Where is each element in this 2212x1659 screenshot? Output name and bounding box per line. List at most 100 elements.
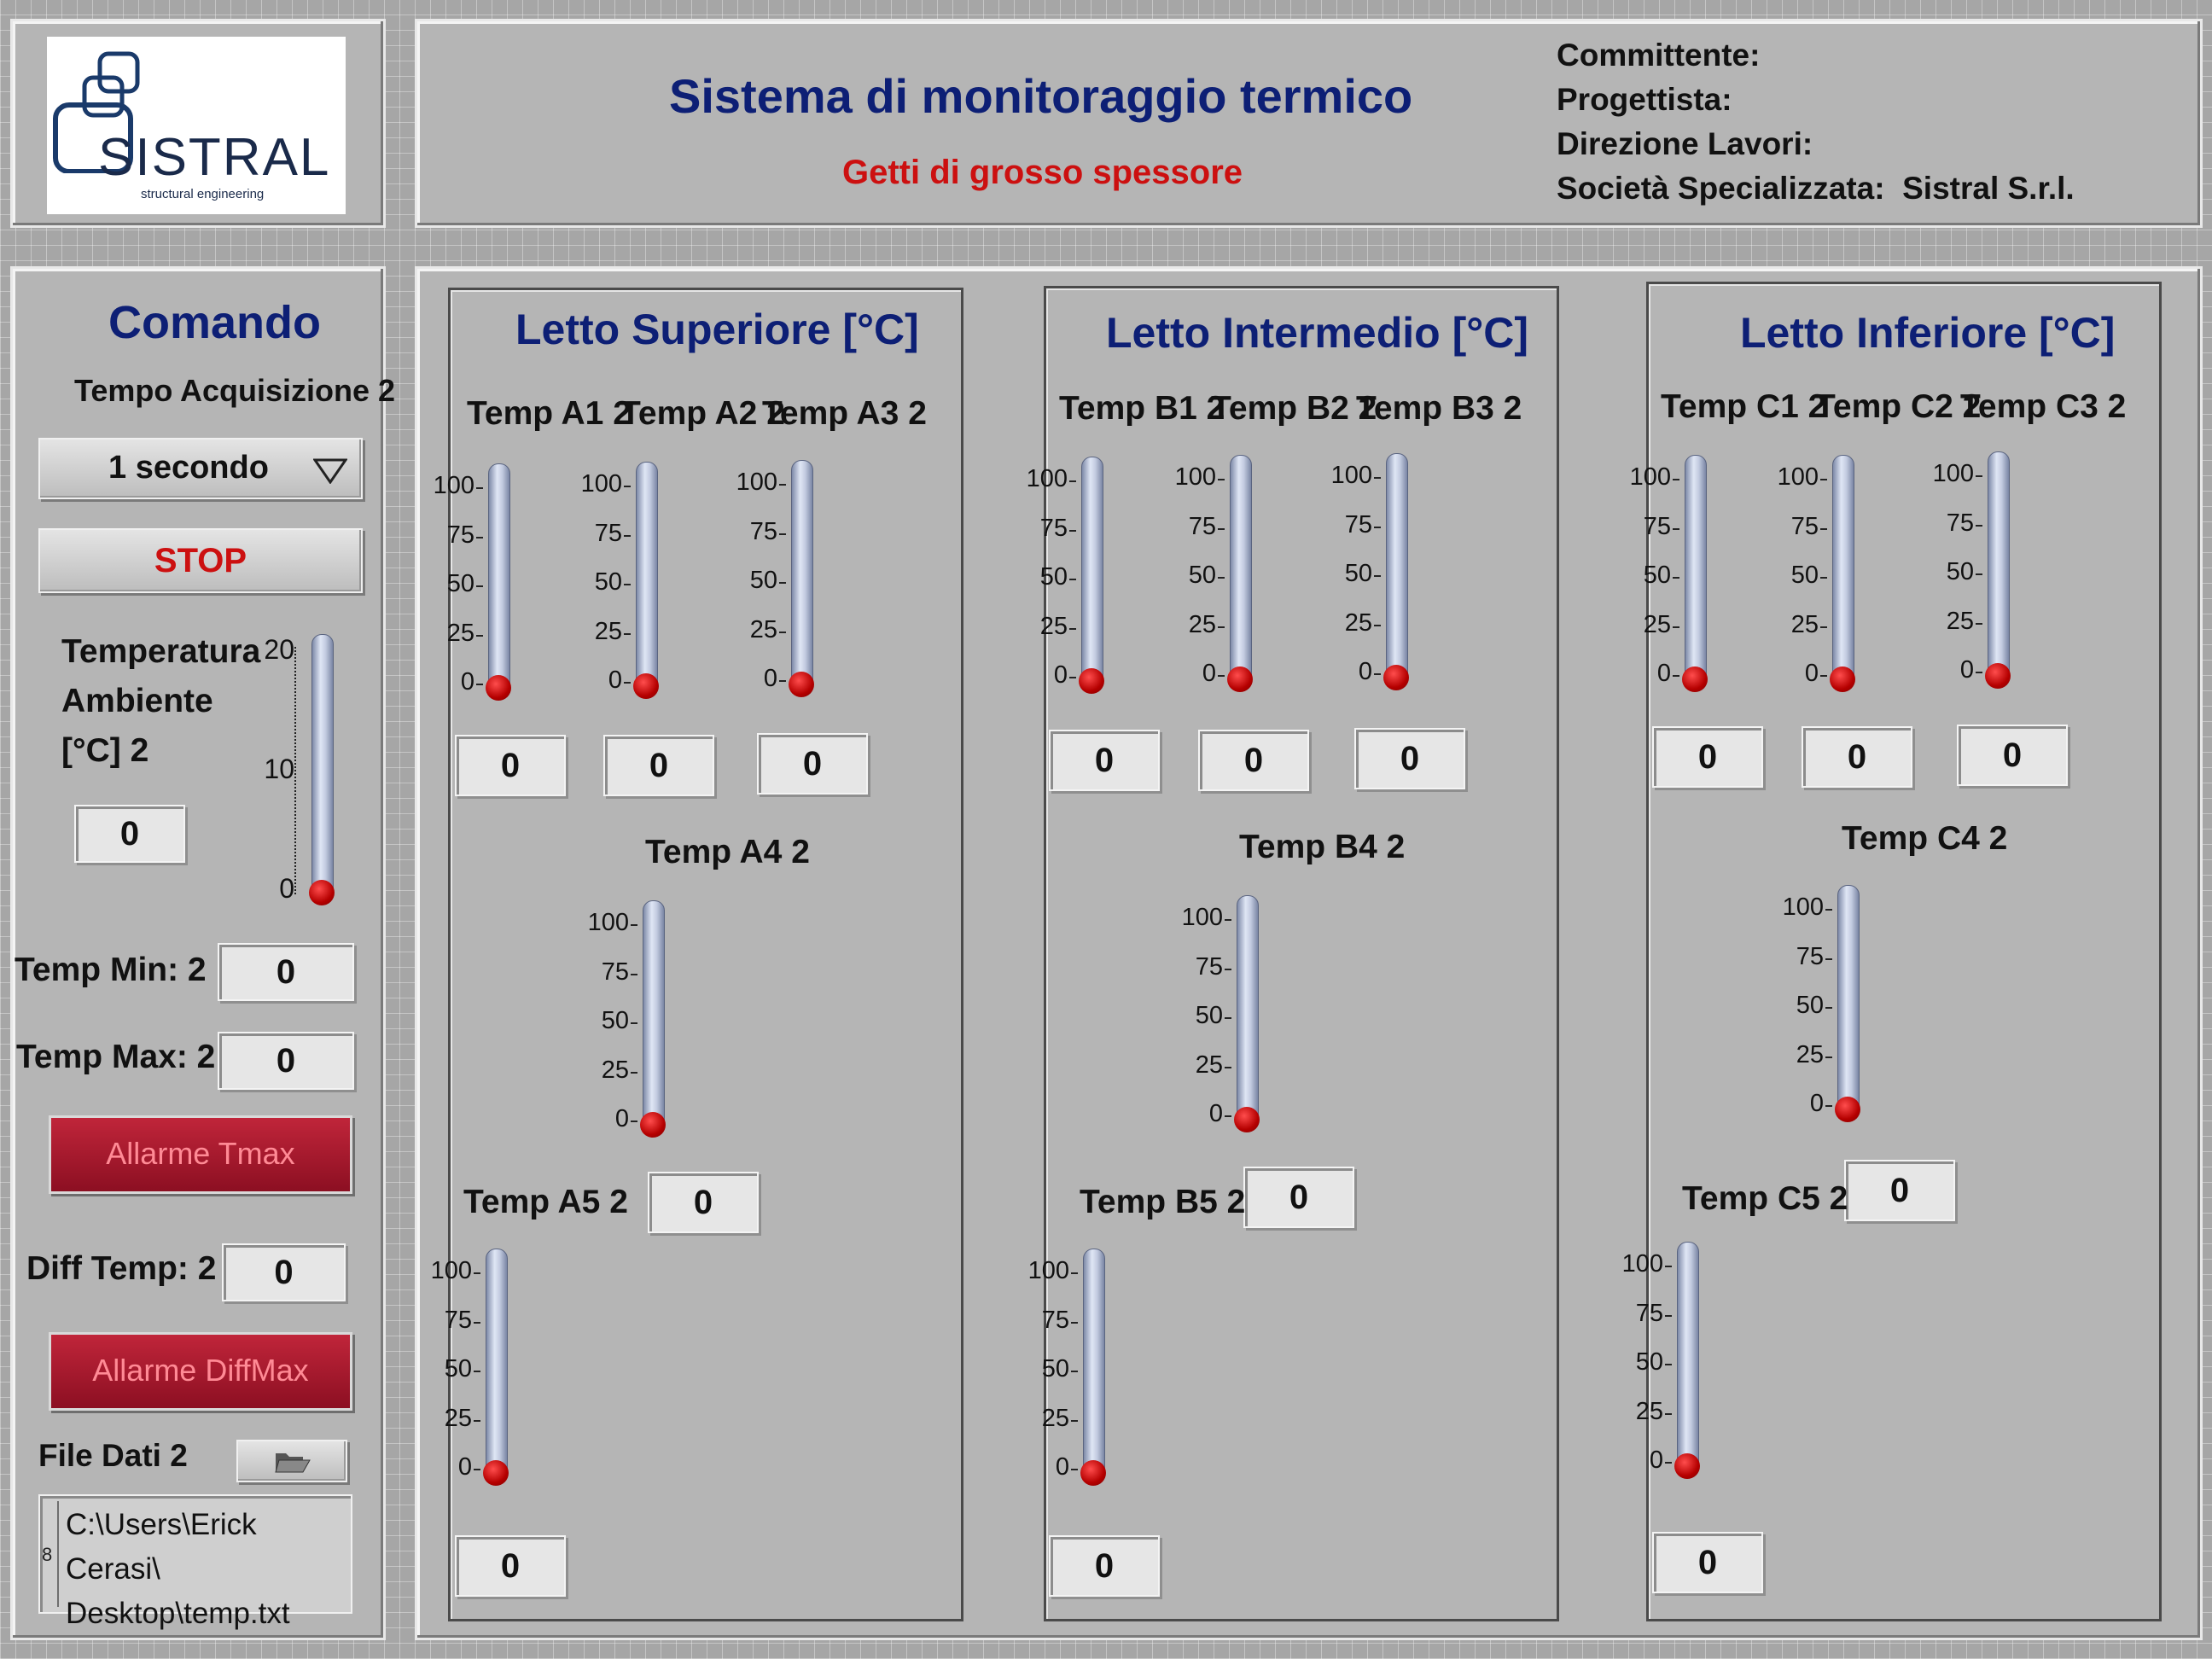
scale-tick: 25	[446, 619, 474, 647]
info-direzione-lavori: Direzione Lavori:	[1557, 126, 1813, 161]
file-path-field[interactable]: 8 C:\Users\Erick Cerasi\ Desktop\temp.tx…	[38, 1494, 352, 1630]
scale-tick: 0	[1053, 661, 1068, 689]
scale-tick: 75	[594, 519, 622, 547]
temp-max-label: Temp Max: 2	[16, 1039, 216, 1075]
scale-tick: 50	[1041, 1355, 1069, 1382]
scale-tick: 0	[1208, 1100, 1223, 1127]
diff-temp-label: Diff Temp: 2	[26, 1250, 217, 1287]
acq-time-dropdown[interactable]: 1 secondo	[38, 438, 363, 499]
sensor-value-b5: 0	[1049, 1535, 1160, 1597]
command-title: Comando	[108, 297, 321, 348]
scale-tick: 25	[1796, 1040, 1824, 1068]
scale-tick: 100	[430, 1257, 472, 1284]
scale-tick: 100	[1026, 465, 1068, 492]
scale-tick: 25	[1635, 1397, 1663, 1425]
scale-tick: 25	[1195, 1051, 1223, 1079]
alarm-tmax-indicator: Allarme Tmax	[49, 1115, 352, 1194]
scale-tick: 50	[601, 1007, 629, 1034]
sensor-label-a2: Temp A2 2	[620, 395, 785, 432]
folder-open-icon	[275, 1453, 311, 1473]
thermometer-bulb	[1080, 1460, 1106, 1486]
file-data-label: File Dati 2	[38, 1438, 188, 1473]
thermometer-tube	[791, 460, 813, 684]
thermometer-tube	[1081, 457, 1103, 680]
sensor-value-a5: 0	[455, 1535, 566, 1597]
sensor-value-c4: 0	[1844, 1160, 1955, 1221]
main-panel: Letto Superiore [°C] Temp A1 2 100 75 50 25 0 0…	[415, 266, 2203, 1640]
browse-folder-button[interactable]	[236, 1440, 347, 1482]
thermometer-c3: 100 75 50 25 0	[1921, 451, 2032, 707]
scale-tick: 50	[1344, 560, 1372, 587]
amb-temp-value: 0	[74, 805, 185, 863]
thermometer-tube	[1677, 1242, 1699, 1465]
sensor-label-c5: Temp C5 2	[1682, 1180, 1848, 1217]
thermometer-a1: 100 75 50 25 0	[422, 463, 533, 719]
command-panel: Comando Tempo Acquisizione 2 1 secondo S…	[10, 266, 395, 1640]
scale-tick: 75	[1041, 1306, 1069, 1334]
project-info: Committente: Progettista: Direzione Lavo…	[1557, 33, 2075, 211]
scale-tick: 50	[749, 567, 777, 594]
thermometer-bulb	[1383, 665, 1409, 690]
temp-min-label: Temp Min: 2	[15, 952, 207, 988]
sensor-value-c3: 0	[1957, 725, 2068, 786]
thermometer-tube	[1988, 451, 2010, 675]
sensor-value-c1: 0	[1652, 726, 1763, 788]
thermometer-a4: 100 75 50 25 0	[576, 900, 687, 1156]
thermometer-b2: 100 75 50 25 0	[1163, 455, 1274, 711]
thermometer-bulb	[486, 675, 511, 701]
page-title: Sistema di monitoraggio termico	[669, 69, 1413, 123]
stop-button[interactable]: STOP	[38, 528, 363, 593]
scale-tick: 50	[1790, 562, 1819, 589]
thermometer-bulb	[1674, 1453, 1700, 1479]
scale-tick: 100	[1027, 1257, 1069, 1284]
sensor-label-c1: Temp C1 2	[1661, 388, 1827, 425]
scale-tick: 50	[1946, 558, 1974, 585]
scale-tick: 25	[749, 615, 777, 643]
scale-tick: 0	[614, 1105, 629, 1132]
diff-temp-value: 0	[222, 1243, 346, 1301]
scale-tick: 100	[736, 469, 777, 496]
sensor-label-c3: Temp C3 2	[1960, 388, 2127, 425]
sensor-label-a4: Temp A4 2	[645, 834, 810, 870]
scale-tick: 50	[1643, 562, 1671, 589]
thermometer-tube	[486, 1249, 508, 1472]
scale-tick: 75	[1796, 942, 1824, 970]
scale-tick: 25	[1790, 610, 1819, 638]
scale-tick: 75	[1039, 514, 1068, 542]
scale-tick: 0	[1809, 1090, 1824, 1117]
sensor-label-c4: Temp C4 2	[1842, 820, 2008, 857]
thermometer-a5: 100 75 50 25 0	[419, 1249, 530, 1505]
sensor-label-a3: Temp A3 2	[762, 395, 927, 432]
thermometer-tube	[1386, 453, 1408, 677]
scale-tick: 100	[1621, 1250, 1663, 1278]
scale-tick: 25	[1643, 610, 1671, 638]
scale-tick: 100	[1782, 894, 1824, 921]
scale-tick: 75	[1188, 512, 1216, 540]
scale-tick: 100	[1629, 463, 1671, 491]
scale-tick: 50	[446, 570, 474, 597]
thermometer-bulb	[1682, 667, 1708, 692]
thermometer-c2: 100 75 50 25 0	[1766, 455, 1877, 711]
info-societa: Società Specializzata: Sistral S.r.l.	[1557, 171, 2075, 206]
scale-tick: 0	[1656, 660, 1671, 687]
scale-tick: 50	[1039, 563, 1068, 591]
scale-tick: 100	[433, 472, 474, 499]
temp-max-value: 0	[218, 1032, 354, 1090]
sensor-label-b3: Temp B3 2	[1356, 390, 1522, 427]
scale-tick: 0	[1055, 1453, 1069, 1481]
scale-tick: 100	[1181, 904, 1223, 931]
file-path-text: C:\Users\Erick Cerasi\ Desktop\temp.txt	[66, 1508, 290, 1630]
scale-tick: 0	[1804, 660, 1819, 687]
sensor-value-a4: 0	[648, 1172, 759, 1233]
thermometer-tube	[1837, 885, 1860, 1109]
thermometer-a3: 100 75 50 25 0	[725, 460, 835, 716]
logo-tagline: structural engineering	[141, 187, 265, 201]
scale-tick: 75	[1643, 512, 1671, 540]
thermometer-bulb	[483, 1460, 509, 1486]
page-subtitle: Getti di grosso spessore	[842, 154, 1243, 191]
thermometer-bulb	[1830, 667, 1855, 692]
file-path-browse-marker: 8	[42, 1544, 53, 1565]
logo: SISTRAL structural engineering	[47, 37, 346, 214]
scale-tick: 100	[1330, 462, 1372, 489]
scale-tick: 25	[1344, 608, 1372, 637]
